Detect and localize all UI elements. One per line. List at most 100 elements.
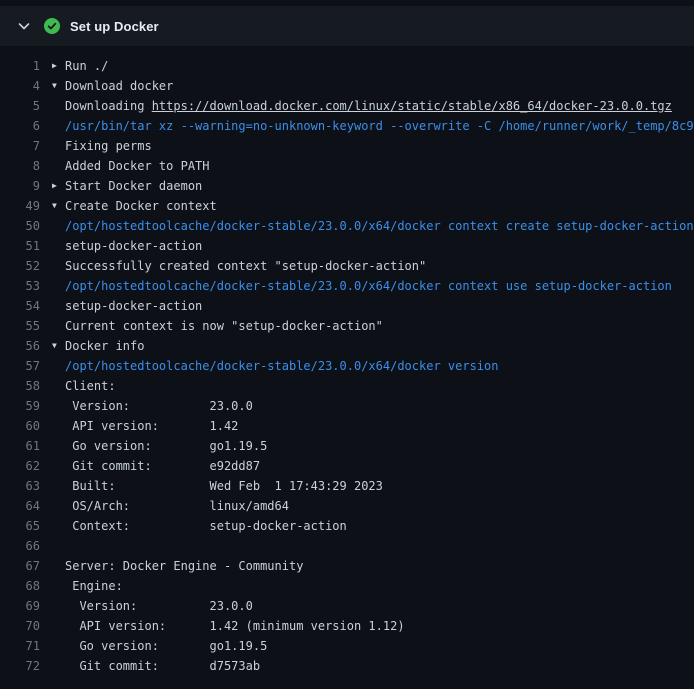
log-text: setup-docker-action (65, 296, 202, 316)
command-text: /opt/hostedtoolcache/docker-stable/23.0.… (65, 359, 498, 373)
line-number[interactable]: 72 (0, 656, 52, 676)
line-number[interactable]: 70 (0, 616, 52, 636)
indent-spacer (52, 396, 65, 416)
log-line: 69 Version: 23.0.0 (0, 596, 694, 616)
log-text: /usr/bin/tar xz --warning=no-unknown-key… (65, 116, 694, 136)
line-number[interactable]: 69 (0, 596, 52, 616)
line-number[interactable]: 55 (0, 316, 52, 336)
plain-text: Context: setup-docker-action (65, 519, 347, 533)
line-number[interactable]: 59 (0, 396, 52, 416)
line-number[interactable]: 64 (0, 496, 52, 516)
log-line: 57/opt/hostedtoolcache/docker-stable/23.… (0, 356, 694, 376)
plain-text: Git commit: e92dd87 (65, 459, 260, 473)
log-group-line[interactable]: 1▶Run ./ (0, 56, 694, 76)
indent-spacer (52, 616, 65, 636)
indent-spacer (52, 416, 65, 436)
log-group-line[interactable]: 49▼Create Docker context (0, 196, 694, 216)
line-number[interactable]: 4 (0, 76, 52, 96)
indent-spacer (52, 556, 65, 576)
log-line: 51 setup-docker-action (0, 236, 694, 256)
line-number[interactable]: 62 (0, 456, 52, 476)
command-text: /opt/hostedtoolcache/docker-stable/23.0.… (65, 219, 694, 233)
log-line: 53/opt/hostedtoolcache/docker-stable/23.… (0, 276, 694, 296)
log-line: 66 (0, 536, 694, 556)
log-line: 7 Fixing perms (0, 136, 694, 156)
plain-text: setup-docker-action (65, 239, 202, 253)
down-arrow-icon[interactable]: ▼ (52, 336, 65, 356)
log-text: Docker info (65, 336, 144, 356)
log-text: Version: 23.0.0 (65, 396, 253, 416)
plain-text: Git commit: d7573ab (65, 659, 260, 673)
log-line: 70 API version: 1.42 (minimum version 1.… (0, 616, 694, 636)
line-number[interactable]: 54 (0, 296, 52, 316)
indent-spacer (52, 96, 65, 116)
indent-spacer (52, 376, 65, 396)
log-line: 61 Go version: go1.19.5 (0, 436, 694, 456)
line-number[interactable]: 63 (0, 476, 52, 496)
plain-text: Create Docker context (65, 199, 217, 213)
line-number[interactable]: 57 (0, 356, 52, 376)
log-group-line[interactable]: 9▶Start Docker daemon (0, 176, 694, 196)
plain-text: Version: 23.0.0 (65, 399, 253, 413)
indent-spacer (52, 316, 65, 336)
right-arrow-icon[interactable]: ▶ (52, 176, 65, 196)
indent-spacer (52, 116, 65, 136)
log-text: API version: 1.42 (65, 416, 238, 436)
plain-text: API version: 1.42 (minimum version 1.12) (65, 619, 405, 633)
indent-spacer (52, 496, 65, 516)
log-line: 72 Git commit: d7573ab (0, 656, 694, 676)
line-number[interactable]: 71 (0, 636, 52, 656)
line-number[interactable]: 52 (0, 256, 52, 276)
log-line: 63 Built: Wed Feb 1 17:43:29 2023 (0, 476, 694, 496)
plain-text: Downloading (65, 99, 152, 113)
log-text: setup-docker-action (65, 236, 202, 256)
log-group-line[interactable]: 4▼Download docker (0, 76, 694, 96)
indent-spacer (52, 456, 65, 476)
plain-text: Fixing perms (65, 139, 152, 153)
indent-spacer (52, 516, 65, 536)
line-number[interactable]: 60 (0, 416, 52, 436)
log-link[interactable]: https://download.docker.com/linux/static… (152, 99, 672, 113)
down-arrow-icon[interactable]: ▼ (52, 196, 65, 216)
down-arrow-icon[interactable]: ▼ (52, 76, 65, 96)
plain-text: Added Docker to PATH (65, 159, 210, 173)
line-number[interactable]: 9 (0, 176, 52, 196)
line-number[interactable]: 7 (0, 136, 52, 156)
line-number[interactable]: 65 (0, 516, 52, 536)
line-number[interactable]: 51 (0, 236, 52, 256)
log-line: 60 API version: 1.42 (0, 416, 694, 436)
plain-text: Engine: (65, 579, 123, 593)
line-number[interactable]: 58 (0, 376, 52, 396)
indent-spacer (52, 536, 65, 556)
log-group-line[interactable]: 56▼Docker info (0, 336, 694, 356)
line-number[interactable]: 50 (0, 216, 52, 236)
log-text: Go version: go1.19.5 (65, 636, 267, 656)
plain-text: OS/Arch: linux/amd64 (65, 499, 289, 513)
indent-spacer (52, 296, 65, 316)
line-number[interactable]: 53 (0, 276, 52, 296)
line-number[interactable]: 66 (0, 536, 52, 556)
log-line: 5 Downloading https://download.docker.com… (0, 96, 694, 116)
line-number[interactable]: 49 (0, 196, 52, 216)
indent-spacer (52, 636, 65, 656)
line-number[interactable]: 5 (0, 96, 52, 116)
chevron-down-icon[interactable] (16, 18, 32, 34)
indent-spacer (52, 216, 65, 236)
log-text: Current context is now "setup-docker-act… (65, 316, 383, 336)
log-line: 67Server: Docker Engine - Community (0, 556, 694, 576)
line-number[interactable]: 68 (0, 576, 52, 596)
check-circle-icon (44, 18, 60, 34)
line-number[interactable]: 61 (0, 436, 52, 456)
line-number[interactable]: 1 (0, 56, 52, 76)
right-arrow-icon[interactable]: ▶ (52, 56, 65, 76)
line-number[interactable]: 67 (0, 556, 52, 576)
plain-text: setup-docker-action (65, 299, 202, 313)
line-number[interactable]: 56 (0, 336, 52, 356)
line-number[interactable]: 8 (0, 156, 52, 176)
indent-spacer (52, 236, 65, 256)
log-text: Downloading https://download.docker.com/… (65, 96, 672, 116)
line-number[interactable]: 6 (0, 116, 52, 136)
step-header[interactable]: Set up Docker (0, 6, 694, 46)
indent-spacer (52, 356, 65, 376)
indent-spacer (52, 476, 65, 496)
